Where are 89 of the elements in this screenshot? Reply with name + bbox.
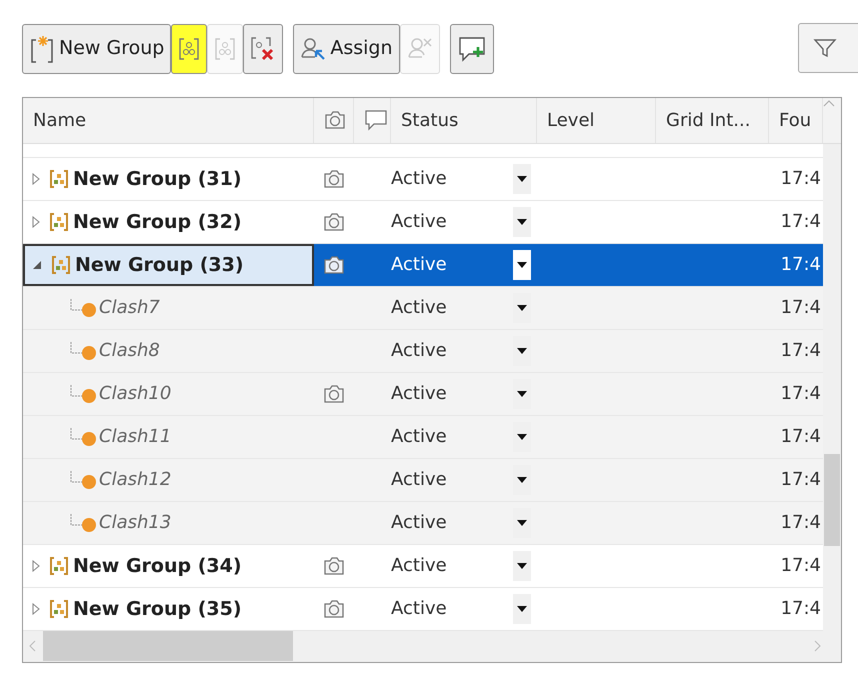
comment-icon [364,109,388,132]
group-button[interactable] [171,24,208,74]
clash-name: Clash13 [99,511,172,536]
group-name: New Group (34) [73,554,242,579]
caret-icon [517,176,527,182]
status-value: Active [391,425,448,450]
found-time: 17:4 [780,210,822,234]
horizontal-scrollbar-thumb[interactable] [43,631,293,662]
assign-button[interactable]: Assign [293,24,400,74]
found-time: 17:4 [780,253,822,278]
ungroup-icon [214,36,236,62]
camera-icon [323,598,345,619]
found-time: 17:4 [780,468,822,492]
status-value: Active [391,597,448,622]
group-icon [49,598,69,619]
column-header[interactable]: Grid Int... [656,98,769,143]
column-header[interactable]: Fou [769,98,823,143]
clash-name: Clash7 [99,296,160,320]
caret-icon [517,434,527,440]
collapse-arrow-icon[interactable] [33,258,43,271]
caret-icon [517,218,527,225]
clash-name: Clash10 [99,382,172,406]
table-row[interactable]: New Group (35) Active 17:4 [23,588,823,631]
found-time: 17:4 [780,382,822,406]
filter-button[interactable] [798,23,858,73]
group-name: New Group (33) [75,252,244,278]
table-row[interactable]: New Group (33) Active 17:4 [23,244,823,287]
status-value: Active [391,339,448,364]
found-time: 17:4 [780,597,822,622]
status-value: Active [391,511,448,536]
expand-arrow-icon[interactable] [31,560,41,572]
column-header[interactable]: Status [391,98,537,143]
found-time: 17:4 [780,296,822,320]
group-icon [51,254,71,275]
status-dropdown[interactable] [513,164,531,194]
caret-icon [517,304,527,311]
table-row[interactable]: New Group (34) Active 17:4 [23,544,823,588]
vertical-scrollbar-thumb[interactable] [824,454,840,546]
camera-icon [323,384,345,404]
caret-icon [517,348,527,354]
status-value: Active [391,296,448,320]
camera-icon [324,110,346,130]
status-value: Active [391,468,448,492]
caret-icon [517,562,527,569]
found-time: 17:4 [780,425,822,450]
comment-button[interactable] [450,24,494,74]
clash-name: Clash11 [99,425,172,450]
group-name: New Group (35) [73,596,242,622]
caret-icon [517,476,527,483]
status-value: Active [391,554,448,578]
camera-icon [323,254,345,275]
caret-icon [517,520,527,526]
caret-icon [517,606,527,612]
expand-arrow-icon[interactable] [31,602,41,615]
found-time: 17:4 [780,167,822,192]
column-header[interactable]: Name [23,98,314,143]
caret-icon [517,390,527,397]
found-time: 17:4 [780,554,822,578]
clash-name: Clash8 [99,339,160,364]
new-group-button[interactable]: New Group [22,24,172,74]
table-row[interactable]: New Group (32) Active 17:4 [23,200,823,244]
group-icon [49,212,69,232]
status-value: Active [391,382,448,406]
expand-arrow-icon[interactable] [31,216,41,228]
camera-icon [323,212,345,232]
caret-icon [517,262,527,268]
status-value: Active [391,210,448,234]
camera-icon [323,556,345,576]
new-group-icon [29,34,55,64]
status-dropdown[interactable] [513,250,531,280]
status-dropdown[interactable] [513,550,531,581]
found-time: 17:4 [780,339,822,364]
status-value: Active [391,253,448,278]
group-name: New Group (31) [73,166,242,192]
group-icon [49,168,69,189]
table-row[interactable]: New Group (31) Active 17:4 [23,158,823,201]
status-dropdown[interactable] [513,594,531,624]
group-name: New Group (32) [73,210,242,235]
group-icon [178,36,200,62]
remove-button[interactable] [243,24,284,74]
group-icon [49,556,69,576]
expand-arrow-icon[interactable] [31,172,41,185]
found-time: 17:4 [780,511,822,536]
status-dropdown[interactable] [513,206,531,237]
status-value: Active [391,167,448,192]
person-icon [300,36,326,62]
column-header[interactable]: Level [537,98,656,143]
clash-name: Clash12 [99,468,172,492]
camera-icon [323,168,345,189]
